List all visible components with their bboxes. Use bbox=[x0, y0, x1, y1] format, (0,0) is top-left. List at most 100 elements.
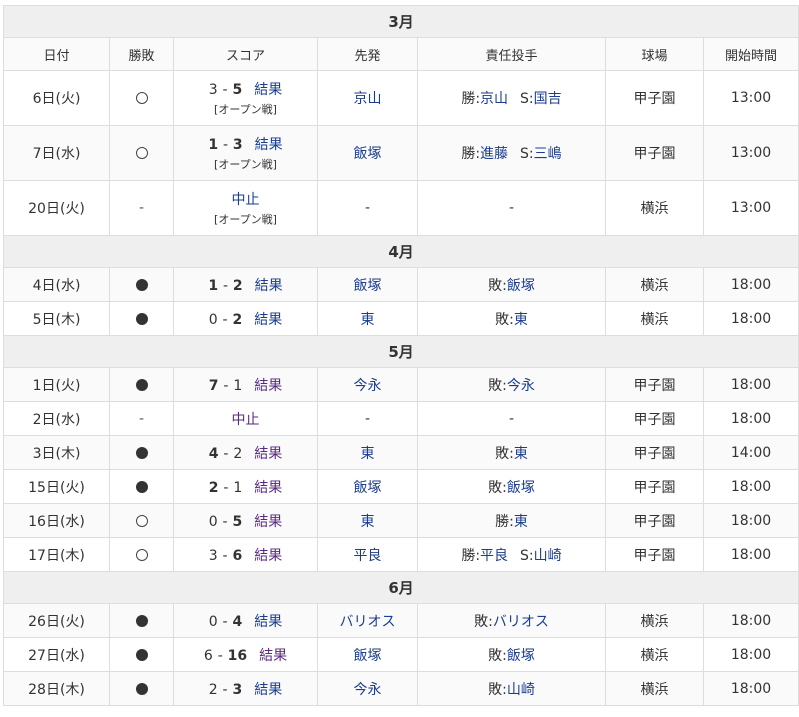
score-home: 2 bbox=[208, 681, 218, 698]
starter-cell: 飯塚 bbox=[317, 125, 418, 181]
month-label: 4月 bbox=[2, 235, 799, 268]
starter-link[interactable]: 飯塚 bbox=[354, 278, 382, 294]
score-line: 1 - 2 結果 bbox=[174, 275, 317, 295]
starter-link[interactable]: 飯塚 bbox=[354, 648, 382, 664]
score-text: 0 - 2 bbox=[209, 312, 242, 328]
result-link[interactable]: 結果 bbox=[259, 648, 287, 664]
column-header: 勝敗 bbox=[109, 37, 174, 71]
starter-link[interactable]: 平良 bbox=[354, 548, 382, 564]
score-text: 6 - 16 bbox=[204, 648, 247, 664]
loss-circle-icon bbox=[135, 278, 148, 291]
pitcher-cell: 敗:バリオス bbox=[417, 603, 606, 638]
save-pitcher-link[interactable]: 三嶋 bbox=[534, 146, 562, 162]
result-link[interactable]: 結果 bbox=[254, 378, 282, 394]
decision-label: 敗: bbox=[488, 479, 507, 496]
score-away: 2 bbox=[232, 277, 243, 294]
score-line: 1 - 3 結果 bbox=[174, 134, 317, 154]
month-header-row: 5月 bbox=[2, 335, 799, 368]
score-cell: 中止 [オープン戦] bbox=[173, 180, 318, 236]
score-home: 3 bbox=[208, 82, 218, 98]
starter-link[interactable]: 今永 bbox=[354, 682, 382, 698]
result-link[interactable]: 結果 bbox=[254, 480, 282, 496]
decision-pitcher-link[interactable]: バリオス bbox=[493, 614, 549, 630]
result-link[interactable]: 結果 bbox=[254, 614, 282, 630]
score-away: 16 bbox=[227, 647, 248, 664]
decision-pitcher-link[interactable]: 進藤 bbox=[480, 146, 508, 162]
result-link[interactable]: 結果 bbox=[254, 548, 282, 564]
column-header: 開始時間 bbox=[702, 37, 799, 71]
score-text: 3 - 5 bbox=[209, 82, 242, 98]
stadium-cell: 甲子園 bbox=[605, 70, 704, 126]
starter-link[interactable]: バリオス bbox=[340, 614, 396, 630]
starter-link[interactable]: 京山 bbox=[354, 91, 382, 107]
score-cell: 2 - 1 結果 bbox=[173, 469, 318, 504]
starter-link[interactable]: 東 bbox=[361, 312, 375, 328]
score-text: 7 - 1 bbox=[209, 378, 242, 394]
loss-circle-icon bbox=[135, 446, 148, 459]
decision-pitcher-link[interactable]: 平良 bbox=[480, 548, 508, 564]
starter-link[interactable]: 飯塚 bbox=[354, 480, 382, 496]
start-time-cell: 18:00 bbox=[702, 671, 799, 706]
game-schedule-table: 3月 日付 勝敗 スコア 先発 責任投手 球場 開始時間 6日(火) 3 - 5 結果 [オープン戦]… bbox=[2, 5, 799, 706]
stadium-cell: 横浜 bbox=[605, 301, 704, 336]
decision-pitcher-link[interactable]: 飯塚 bbox=[507, 480, 535, 496]
game-date: 2日(水) bbox=[3, 401, 110, 436]
starter-link[interactable]: 東 bbox=[361, 446, 375, 462]
result-link[interactable]: 結果 bbox=[255, 137, 283, 153]
win-circle-icon bbox=[135, 92, 148, 104]
score-cell: 1 - 2 結果 bbox=[173, 267, 318, 302]
starter-cell: 平良 bbox=[317, 537, 418, 572]
decision-pitcher-link[interactable]: 山崎 bbox=[507, 682, 535, 698]
result-mark-cell bbox=[109, 125, 174, 181]
result-link[interactable]: 結果 bbox=[254, 312, 282, 328]
decision-pitcher-link[interactable]: 東 bbox=[514, 312, 528, 328]
game-row: 4日(水) 1 - 2 結果 飯塚 敗:飯塚 横浜 18:00 bbox=[3, 267, 799, 302]
score-away: 1 bbox=[233, 479, 243, 496]
result-link[interactable]: 結果 bbox=[254, 82, 282, 98]
month-label: 6月 bbox=[2, 571, 799, 604]
stadium-cell: 甲子園 bbox=[605, 537, 704, 572]
score-text: 0 - 5 bbox=[209, 514, 242, 530]
cancelled-link[interactable]: 中止 bbox=[232, 192, 260, 208]
result-link[interactable]: 結果 bbox=[254, 682, 282, 698]
score-home: 1 bbox=[208, 137, 219, 153]
decision-pitcher-link[interactable]: 京山 bbox=[480, 91, 508, 107]
game-row: 2日(水) - 中止 - - 甲子園 18:00 bbox=[3, 401, 799, 436]
score-line: 0 - 4 結果 bbox=[174, 611, 317, 631]
decision-pitcher-link[interactable]: 東 bbox=[514, 446, 528, 462]
decision-label: 敗: bbox=[495, 311, 514, 328]
decision-pitcher-link[interactable]: 飯塚 bbox=[507, 278, 535, 294]
score-line: 2 - 1 結果 bbox=[174, 477, 317, 497]
stadium-cell: 甲子園 bbox=[605, 367, 704, 402]
score-text: 2 - 1 bbox=[209, 480, 242, 496]
start-time-cell: 13:00 bbox=[702, 70, 799, 126]
starter-link[interactable]: 東 bbox=[361, 514, 375, 530]
score-separator: - bbox=[223, 445, 229, 462]
starter-link[interactable]: 飯塚 bbox=[354, 146, 382, 162]
decision-label: 敗: bbox=[488, 647, 507, 664]
decision-pitcher-link[interactable]: 東 bbox=[514, 514, 528, 530]
loss-circle-icon bbox=[135, 614, 148, 627]
pitcher-cell: - bbox=[417, 180, 606, 236]
starter-link[interactable]: 今永 bbox=[354, 378, 382, 394]
score-line: 7 - 1 結果 bbox=[174, 375, 317, 395]
score-cell: 2 - 3 結果 bbox=[173, 671, 318, 706]
save-pitcher-link[interactable]: 山崎 bbox=[534, 548, 562, 564]
result-link[interactable]: 結果 bbox=[254, 446, 282, 462]
game-row: 28日(木) 2 - 3 結果 今永 敗:山崎 横浜 18:00 bbox=[3, 671, 799, 706]
win-circle-icon bbox=[135, 147, 148, 159]
score-separator: - bbox=[223, 377, 229, 394]
score-away: 5 bbox=[232, 513, 243, 530]
save-pitcher-link[interactable]: 国吉 bbox=[534, 91, 562, 107]
score-home: 3 bbox=[208, 547, 218, 564]
result-link[interactable]: 結果 bbox=[254, 514, 282, 530]
month-header-row: 3月 bbox=[2, 5, 799, 38]
cancelled-link[interactable]: 中止 bbox=[232, 412, 260, 428]
pitcher-cell: 勝:平良 S:山崎 bbox=[417, 537, 606, 572]
score-cell: 4 - 2 結果 bbox=[173, 435, 318, 470]
start-time-cell: 18:00 bbox=[702, 301, 799, 336]
decision-pitcher-link[interactable]: 飯塚 bbox=[507, 648, 535, 664]
game-date: 17日(木) bbox=[3, 537, 110, 572]
decision-pitcher-link[interactable]: 今永 bbox=[507, 378, 535, 394]
result-link[interactable]: 結果 bbox=[255, 278, 283, 294]
